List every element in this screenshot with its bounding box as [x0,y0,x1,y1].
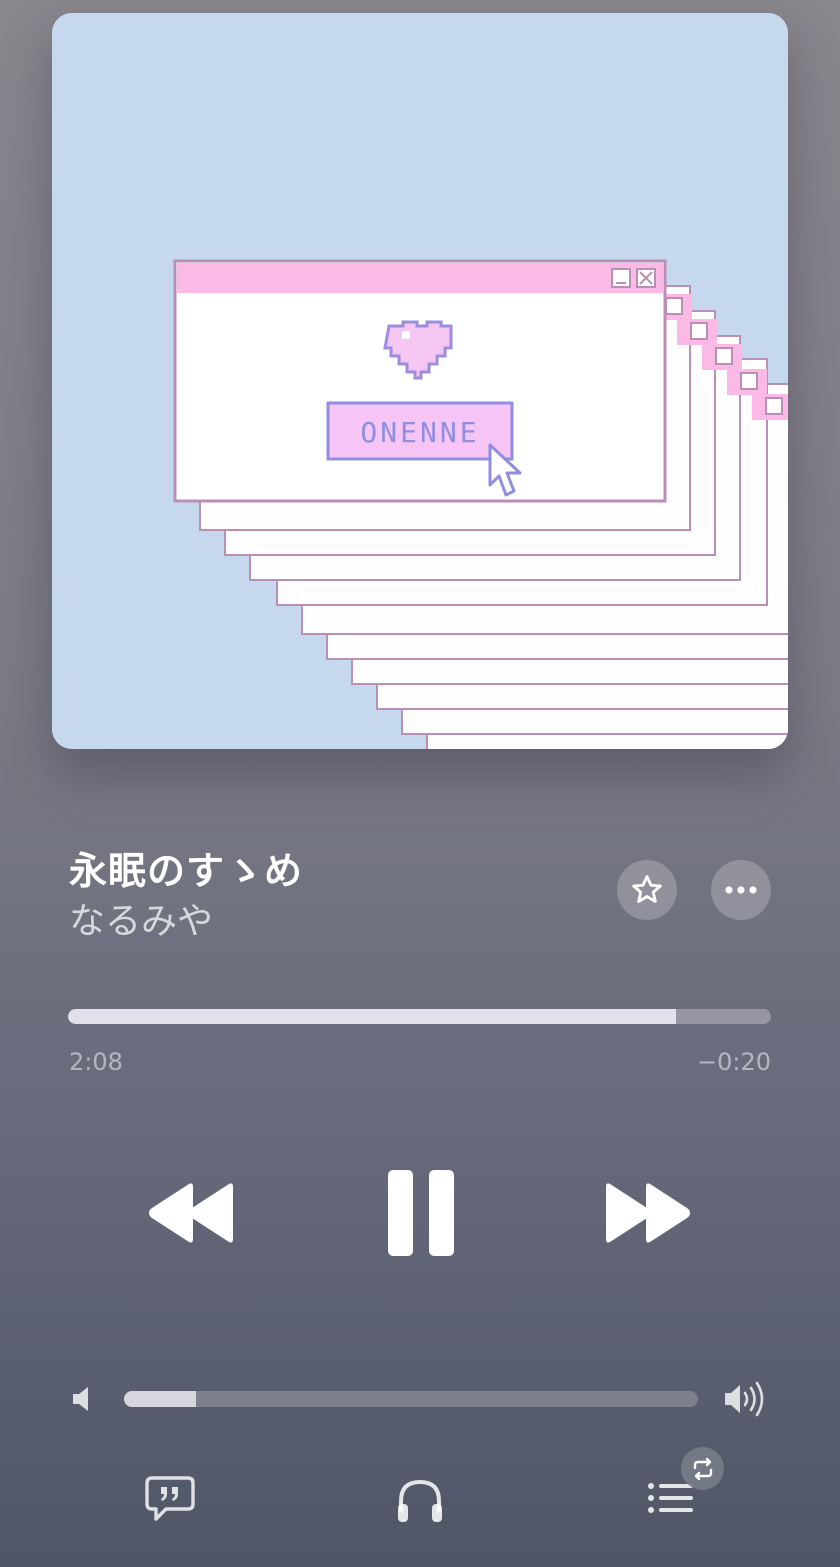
rewind-icon [149,1183,233,1243]
progress-fill [68,1009,677,1024]
fast-forward-button[interactable] [602,1180,697,1246]
volume-max-icon [722,1380,770,1422]
pause-button[interactable] [385,1168,457,1260]
headphones-icon [398,1479,442,1522]
album-artwork: ONENNE [52,13,788,749]
speaker-wave-icon [725,1381,764,1417]
ellipsis-icon [725,886,757,894]
lyrics-button[interactable] [144,1474,196,1528]
favorite-button[interactable] [617,860,677,920]
remaining-time: −0:20 [696,1048,771,1076]
lyrics-quote-icon [145,1476,195,1521]
playback-progress-slider[interactable] [68,1009,771,1024]
more-options-button[interactable] [711,860,771,920]
artwork-button-text: ONENNE [360,416,479,449]
volume-slider[interactable] [124,1391,698,1407]
audio-output-button[interactable] [395,1476,445,1530]
volume-min-icon [70,1384,96,1418]
track-artist[interactable]: なるみや [69,892,213,944]
volume-fill [124,1391,196,1407]
artwork-illustration: ONENNE [52,13,788,749]
pause-icon [388,1170,454,1256]
track-title: 永眠のすゝめ [69,849,304,893]
fast-forward-icon [606,1183,690,1243]
rewind-button[interactable] [145,1180,240,1246]
star-icon [632,875,662,903]
repeat-indicator[interactable] [681,1447,724,1490]
speaker-icon [73,1387,88,1411]
repeat-icon [693,1457,712,1480]
elapsed-time: 2:08 [69,1048,123,1076]
